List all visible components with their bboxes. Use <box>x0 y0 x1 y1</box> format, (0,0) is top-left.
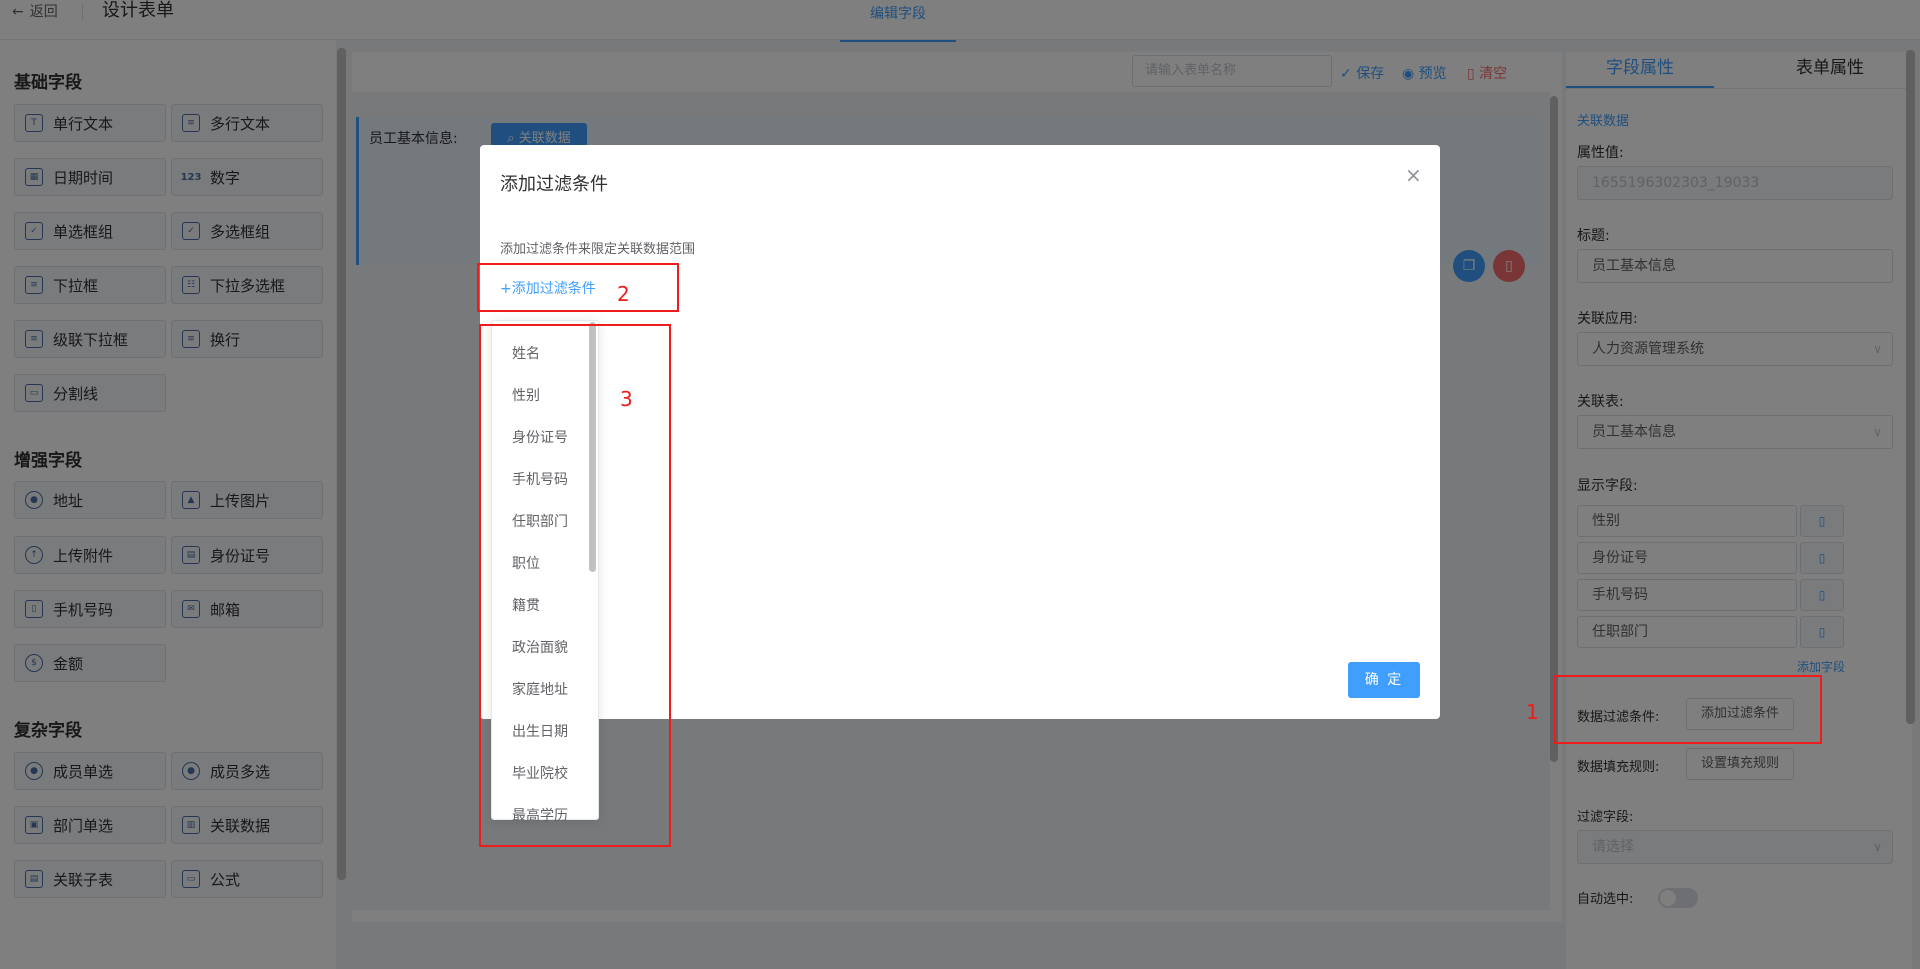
dialog-description: 添加过滤条件来限定关联数据范围 <box>500 242 696 257</box>
annotation-box-1 <box>1554 675 1822 744</box>
confirm-button[interactable]: 确 定 <box>1348 662 1420 698</box>
annotation-number-1: 1 <box>1526 700 1539 724</box>
annotation-box-2 <box>477 263 679 312</box>
annotation-number-3: 3 <box>620 387 633 411</box>
close-icon[interactable]: × <box>1405 163 1422 187</box>
annotation-box-3 <box>479 324 671 847</box>
annotation-number-2: 2 <box>617 282 630 306</box>
dialog-title: 添加过滤条件 <box>500 174 608 195</box>
